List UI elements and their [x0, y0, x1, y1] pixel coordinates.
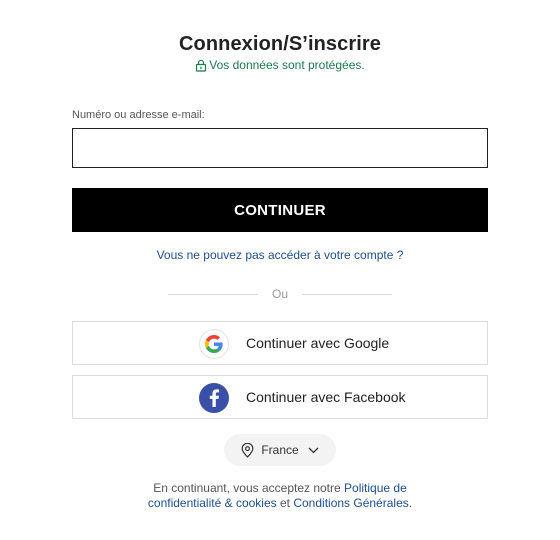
email-field-label: Numéro ou adresse e-mail:: [72, 109, 205, 121]
account-access-link[interactable]: Vous ne pouvez pas accéder à votre compt…: [0, 248, 560, 262]
page-title: Connexion/S’inscrire: [178, 33, 382, 55]
facebook-icon: [199, 383, 229, 413]
location-pin-icon: [241, 442, 254, 458]
legal-suffix: .: [408, 496, 413, 510]
country-selector[interactable]: France: [224, 434, 336, 466]
facebook-login-button[interactable]: Continuer avec Facebook: [72, 375, 488, 419]
legal-conjunction: et: [279, 496, 290, 510]
divider-line-right: [302, 293, 393, 295]
secure-text: Vos données sont protégées.: [209, 58, 365, 72]
google-login-label: Continuer avec Google: [246, 335, 390, 351]
login-page: Connexion/S’inscrire Vos données sont pr…: [0, 0, 560, 540]
terms-link[interactable]: Conditions Générales: [293, 496, 408, 510]
chevron-down-icon: [308, 447, 319, 454]
divider-text: Ou: [272, 287, 289, 301]
lock-icon: [195, 59, 207, 72]
country-label: France: [261, 443, 299, 457]
divider-line-left: [168, 293, 258, 295]
facebook-login-label: Continuer avec Facebook: [246, 389, 406, 405]
legal-prefix: En continuant, vous acceptez notre: [153, 481, 341, 495]
secure-notice: Vos données sont protégées.: [0, 58, 560, 72]
google-icon: [199, 329, 229, 359]
email-field[interactable]: [72, 128, 488, 168]
or-divider: Ou: [168, 286, 393, 302]
continue-button[interactable]: CONTINUER: [72, 188, 488, 232]
legal-notice: En continuant, vous acceptez notre Polit…: [120, 481, 440, 511]
google-login-button[interactable]: Continuer avec Google: [72, 321, 488, 365]
